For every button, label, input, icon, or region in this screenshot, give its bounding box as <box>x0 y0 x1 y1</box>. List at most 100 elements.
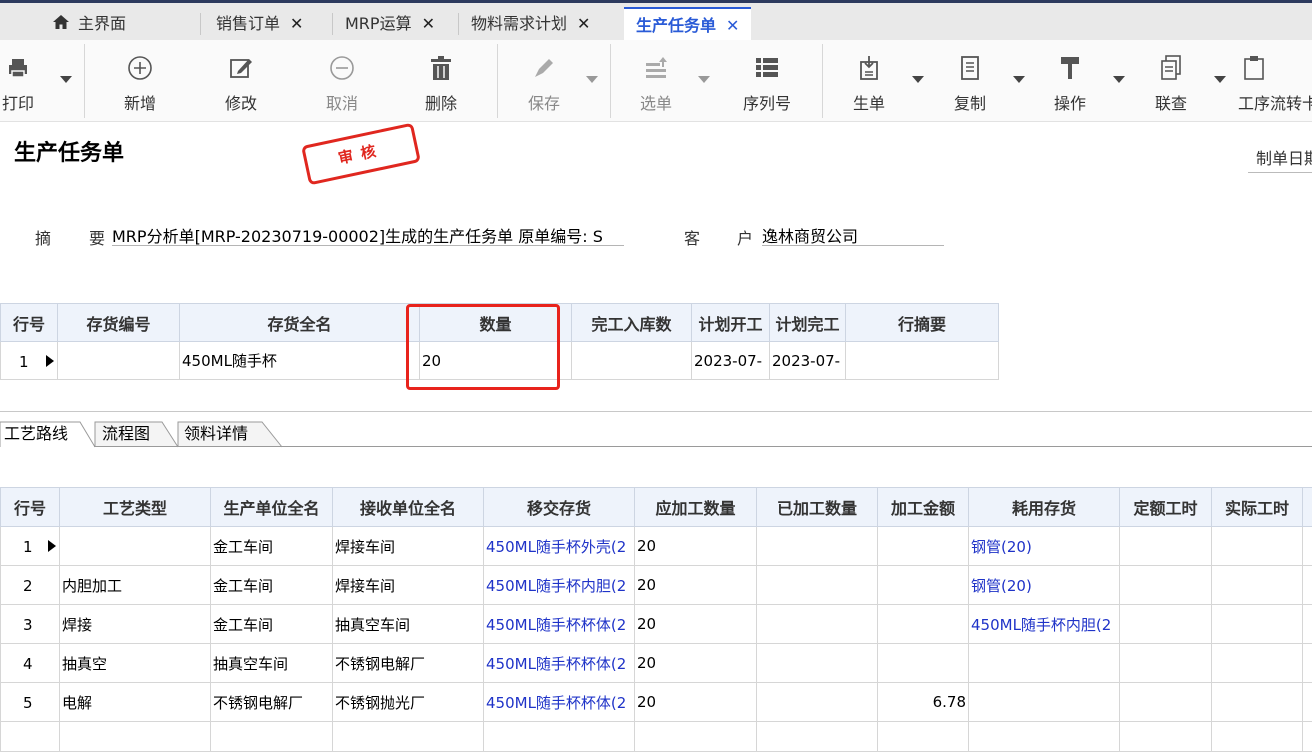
plan-end-cell[interactable]: 2023-07- <box>770 342 846 380</box>
producer-cell[interactable]: 金工车间 <box>211 527 333 566</box>
process-amount-cell[interactable]: 6.78 <box>878 683 969 722</box>
print-dropdown-icon[interactable] <box>60 76 72 83</box>
processed-qty-cell[interactable] <box>757 527 878 566</box>
processed-qty-cell[interactable] <box>757 566 878 605</box>
processed-qty-cell[interactable] <box>757 644 878 683</box>
select-order-dropdown-icon[interactable] <box>698 76 710 83</box>
tab-production-task[interactable]: 生产任务单✕ <box>624 7 751 41</box>
generate-button[interactable]: 生单 <box>834 52 904 114</box>
quota-hours-cell[interactable] <box>1120 683 1212 722</box>
empty-cell[interactable] <box>1120 722 1212 752</box>
col-row-no[interactable]: 行号 <box>1 488 60 527</box>
col-quota-hours[interactable]: 定额工时 <box>1120 488 1212 527</box>
quota-hours-cell[interactable] <box>1120 644 1212 683</box>
table-row[interactable]: 5电解不锈钢电解厂不锈钢抛光厂450ML随手杯杯体(2206.78 <box>1 683 1312 722</box>
col-plan-end[interactable]: 计划完工 <box>770 304 846 342</box>
col-completed-qty[interactable]: 完工入库数 <box>572 304 692 342</box>
actual-hours-cell[interactable] <box>1212 605 1303 644</box>
save-button[interactable]: 保存 <box>509 52 579 114</box>
table-row[interactable]: 3焊接金工车间抽真空车间450ML随手杯杯体(220450ML随手杯内胆(2 <box>1 605 1312 644</box>
item-name-cell[interactable]: 450ML随手杯 <box>180 342 420 380</box>
actual-hours-cell[interactable] <box>1212 566 1303 605</box>
consumed-item-cell[interactable]: 450ML随手杯内胆(2 <box>969 605 1120 644</box>
due-qty-cell[interactable]: 20 <box>635 566 757 605</box>
col-producer[interactable]: 生产单位全名 <box>211 488 333 527</box>
producer-cell[interactable]: 抽真空车间 <box>211 644 333 683</box>
actual-hours-cell[interactable] <box>1212 527 1303 566</box>
receiver-cell[interactable]: 不锈钢抛光厂 <box>333 683 484 722</box>
subtab-process-route[interactable]: 工艺路线 <box>4 422 68 448</box>
quota-hours-cell[interactable] <box>1120 566 1212 605</box>
subtab-flow-chart[interactable]: 流程图 <box>102 422 150 448</box>
col-consumed-item[interactable]: 耗用存货 <box>969 488 1120 527</box>
empty-cell[interactable] <box>757 722 878 752</box>
generate-dropdown-icon[interactable] <box>912 76 924 83</box>
empty-cell[interactable] <box>969 722 1120 752</box>
save-dropdown-icon[interactable] <box>586 76 598 83</box>
close-icon[interactable]: ✕ <box>726 16 739 35</box>
col-item-name[interactable]: 存货全名 <box>180 304 420 342</box>
tab-home[interactable]: 主界面 <box>52 7 126 41</box>
edit-button[interactable]: 修改 <box>206 52 276 114</box>
operate-dropdown-icon[interactable] <box>1113 76 1125 83</box>
tab-mrp[interactable]: MRP运算✕ <box>345 7 435 41</box>
customer-field[interactable]: 逸林商贸公司 <box>762 223 944 247</box>
process-flow-card-button[interactable]: 工序流转卡 <box>1238 52 1312 114</box>
col-process-amount[interactable]: 加工金额 <box>878 488 969 527</box>
actual-hours-cell[interactable] <box>1212 644 1303 683</box>
col-transfer-item[interactable]: 移交存货 <box>484 488 635 527</box>
process-type-cell[interactable]: 外壳加工 <box>60 527 211 566</box>
receiver-cell[interactable]: 抽真空车间 <box>333 605 484 644</box>
empty-cell[interactable] <box>333 722 484 752</box>
receiver-cell[interactable]: 焊接车间 <box>333 566 484 605</box>
transfer-item-cell[interactable]: 450ML随手杯杯体(2 <box>484 683 635 722</box>
empty-cell[interactable] <box>878 722 969 752</box>
table-row[interactable]: 1外壳加工金工车间焊接车间450ML随手杯外壳(220钢管(20) <box>1 527 1312 566</box>
process-type-cell[interactable]: 焊接 <box>60 605 211 644</box>
print-button[interactable]: 打印 <box>0 52 53 114</box>
col-due-qty[interactable]: 应加工数量 <box>635 488 757 527</box>
row-memo-cell[interactable] <box>846 342 999 380</box>
processed-qty-cell[interactable] <box>757 683 878 722</box>
producer-cell[interactable]: 金工车间 <box>211 605 333 644</box>
consumed-item-cell[interactable] <box>969 644 1120 683</box>
copy-dropdown-icon[interactable] <box>1013 76 1025 83</box>
due-qty-cell[interactable]: 20 <box>635 605 757 644</box>
actual-hours-cell[interactable] <box>1212 683 1303 722</box>
transfer-item-cell[interactable]: 450ML随手杯内胆(2 <box>484 566 635 605</box>
tab-material-plan[interactable]: 物料需求计划✕ <box>471 7 590 41</box>
select-order-button[interactable]: 选单 <box>621 52 691 114</box>
add-button[interactable]: 新增 <box>105 52 175 114</box>
process-amount-cell[interactable] <box>878 566 969 605</box>
cancel-button[interactable]: 取消 <box>307 52 377 114</box>
subtab-material-details[interactable]: 领料详情 <box>184 422 248 448</box>
transfer-item-cell[interactable]: 450ML随手杯外壳(2 <box>484 527 635 566</box>
col-row-memo[interactable]: 行摘要 <box>846 304 999 342</box>
close-icon[interactable]: ✕ <box>290 14 303 33</box>
transfer-item-cell[interactable]: 450ML随手杯杯体(2 <box>484 605 635 644</box>
due-qty-cell[interactable]: 20 <box>635 644 757 683</box>
operate-button[interactable]: 操作 <box>1035 52 1105 114</box>
empty-cell[interactable] <box>60 722 211 752</box>
col-item-code[interactable]: 存货编号 <box>58 304 180 342</box>
tab-sales-order[interactable]: 销售订单✕ <box>216 7 303 41</box>
copy-button[interactable]: 复制 <box>935 52 1005 114</box>
plan-start-cell[interactable]: 2023-07- <box>692 342 770 380</box>
process-type-cell[interactable]: 电解 <box>60 683 211 722</box>
process-type-cell[interactable]: 抽真空 <box>60 644 211 683</box>
process-amount-cell[interactable] <box>878 644 969 683</box>
producer-cell[interactable]: 金工车间 <box>211 566 333 605</box>
process-amount-cell[interactable] <box>878 605 969 644</box>
process-type-cell[interactable]: 内胆加工 <box>60 566 211 605</box>
completed-qty-cell[interactable] <box>572 342 692 380</box>
empty-cell[interactable] <box>211 722 333 752</box>
consumed-item-cell[interactable] <box>969 683 1120 722</box>
empty-cell[interactable] <box>635 722 757 752</box>
empty-cell[interactable] <box>1212 722 1303 752</box>
due-qty-cell[interactable]: 20 <box>635 527 757 566</box>
col-receiver[interactable]: 接收单位全名 <box>333 488 484 527</box>
item-code-cell[interactable]: CH1001 <box>58 342 180 380</box>
receiver-cell[interactable]: 焊接车间 <box>333 527 484 566</box>
table-row[interactable]: 2内胆加工金工车间焊接车间450ML随手杯内胆(220钢管(20) <box>1 566 1312 605</box>
col-process-type[interactable]: 工艺类型 <box>60 488 211 527</box>
